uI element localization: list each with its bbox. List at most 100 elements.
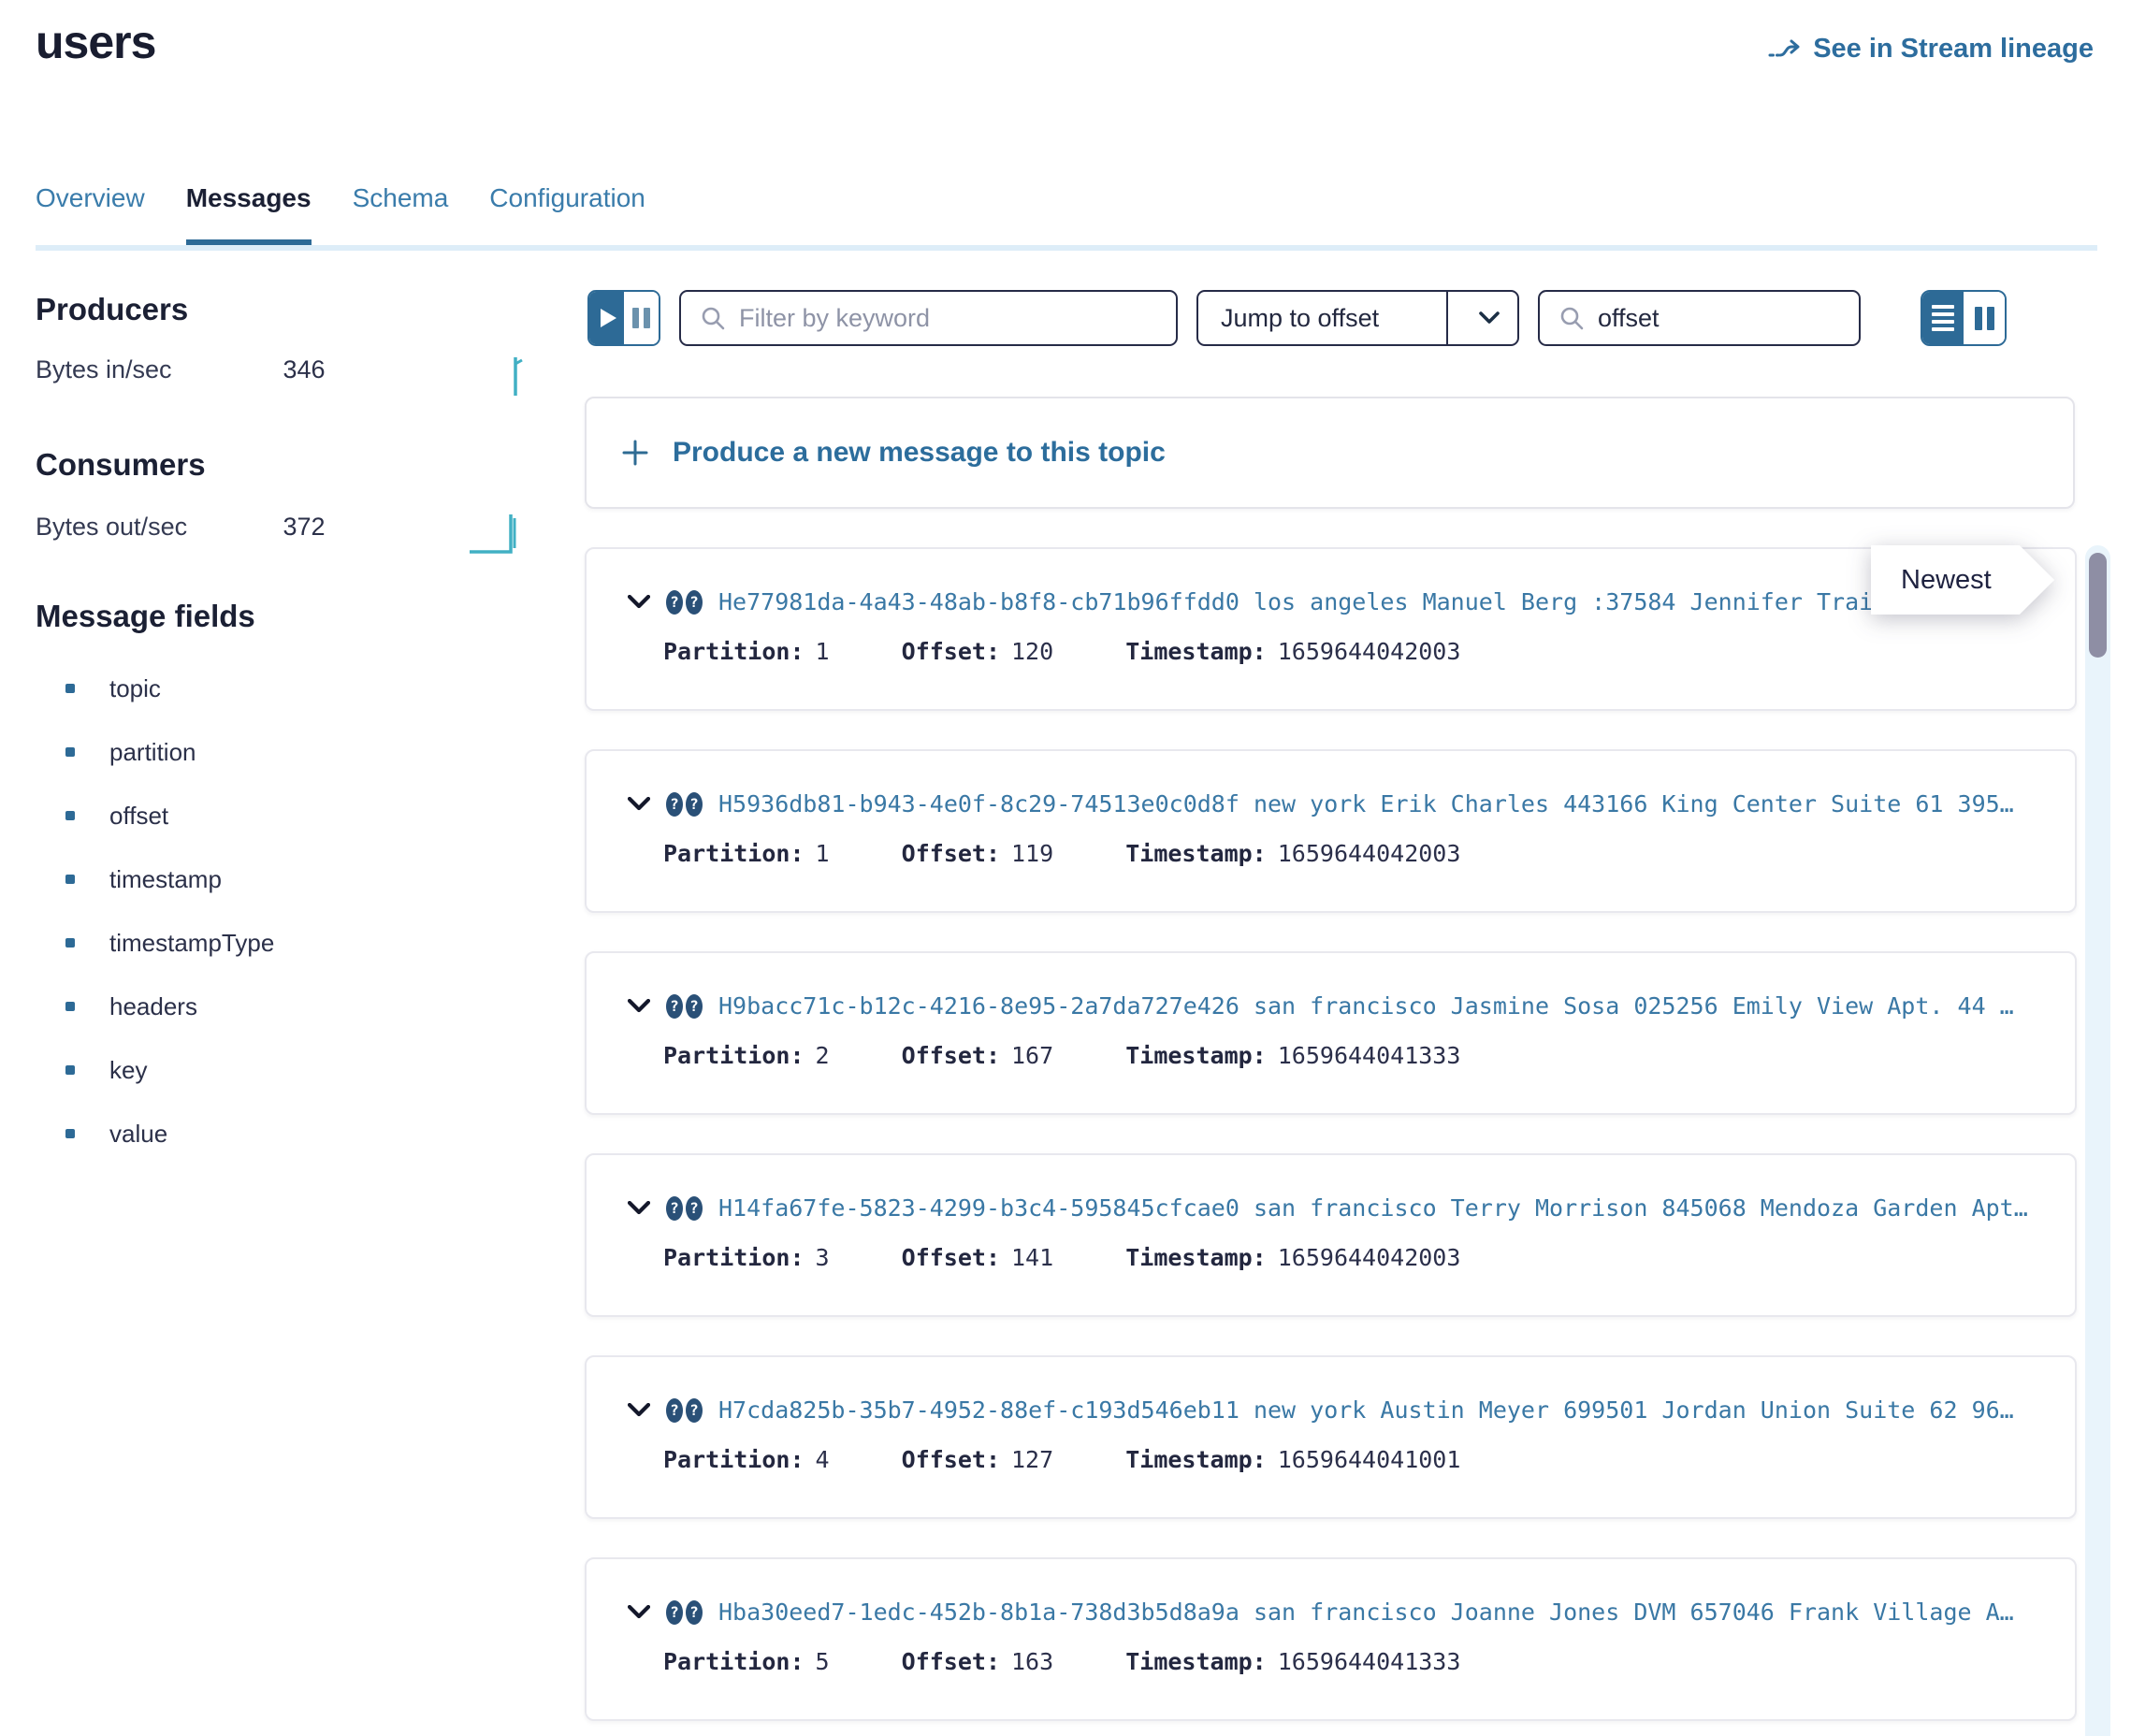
field-item-key[interactable]: key: [65, 1038, 274, 1102]
produce-message-label: Produce a new message to this topic: [673, 437, 1166, 469]
producers-metric-row: Bytes in/sec 346: [36, 355, 559, 384]
search-icon: [1558, 305, 1585, 331]
stream-lineage-icon: [1768, 36, 1802, 63]
field-item-timestamp[interactable]: timestamp: [65, 847, 274, 911]
page-title: users: [36, 15, 155, 69]
keyword-filter-field: [679, 290, 1178, 346]
jump-to-offset-select[interactable]: Jump to offset: [1196, 290, 1519, 346]
timestamp-value: 1659644041333: [1278, 1648, 1461, 1675]
search-icon: [700, 305, 726, 331]
partition-value: 4: [816, 1446, 830, 1473]
message-meta: Partition:1 Offset:120 Timestamp:1659644…: [663, 638, 2047, 665]
bytes-out-label: Bytes out/sec: [36, 513, 276, 542]
message-meta: Partition:3 Offset:141 Timestamp:1659644…: [663, 1244, 2047, 1271]
partition-value: 3: [816, 1244, 830, 1271]
message-key: He77981da-4a43-48ab-b8f8-cb71b96ffdd0 lo…: [718, 588, 2047, 615]
message-row[interactable]: ?? H9bacc71c-b12c-4216-8e95-2a7da727e426…: [585, 951, 2077, 1115]
message-fields-heading: Message fields: [36, 599, 255, 634]
message-list: ?? He77981da-4a43-48ab-b8f8-cb71b96ffdd0…: [585, 547, 2077, 1736]
keyword-filter-input[interactable]: [739, 304, 1157, 333]
unprintable-key-bytes-icon: ??: [666, 590, 703, 615]
unprintable-key-bytes-icon: ??: [666, 1398, 703, 1423]
partition-value: 1: [816, 638, 830, 665]
play-button[interactable]: [589, 292, 624, 344]
field-item-timestampType[interactable]: timestampType: [65, 911, 274, 975]
bytes-in-label: Bytes in/sec: [36, 355, 276, 384]
tab-overview[interactable]: Overview: [36, 183, 145, 245]
field-bullet-icon: [65, 747, 75, 757]
message-row[interactable]: ?? H7cda825b-35b7-4952-88ef-c193d546eb11…: [585, 1355, 2077, 1519]
play-pause-toggle: [587, 290, 660, 346]
message-key: H9bacc71c-b12c-4216-8e95-2a7da727e426 sa…: [718, 992, 2047, 1020]
field-item-value[interactable]: value: [65, 1102, 274, 1165]
toolbar-spacer: [1879, 290, 1902, 346]
newest-tooltip-label: Newest: [1901, 565, 1992, 596]
column-view-button[interactable]: [1964, 292, 2005, 344]
tab-configuration[interactable]: Configuration: [489, 183, 645, 245]
topic-messages-page: users See in Stream lineage Overview Mes…: [0, 0, 2131, 1736]
field-item-offset[interactable]: offset: [65, 784, 274, 847]
scrollbar-thumb[interactable]: [2089, 553, 2107, 658]
unprintable-key-bytes-icon: ??: [666, 994, 703, 1019]
offset-value: 119: [1011, 840, 1053, 867]
producers-heading: Producers: [36, 292, 188, 327]
unprintable-key-bytes-icon: ??: [666, 1196, 703, 1221]
consumers-heading: Consumers: [36, 447, 206, 483]
chevron-down-icon: [1461, 311, 1517, 325]
unprintable-key-bytes-icon: ??: [666, 1600, 703, 1625]
message-row[interactable]: ?? Hba30eed7-1edc-452b-8b1a-738d3b5d8a9a…: [585, 1557, 2077, 1721]
expand-chevron-icon[interactable]: [628, 1605, 650, 1620]
partition-value: 2: [816, 1042, 830, 1069]
jump-to-offset-value: Jump to offset: [1198, 304, 1433, 333]
tab-schema[interactable]: Schema: [353, 183, 449, 245]
tab-bar: Overview Messages Schema Configuration: [36, 183, 645, 245]
stream-lineage-link[interactable]: See in Stream lineage: [1768, 34, 2094, 65]
timestamp-value: 1659644042003: [1278, 638, 1461, 665]
play-icon: [601, 309, 616, 327]
timestamp-value: 1659644041001: [1278, 1446, 1461, 1473]
newest-tooltip: Newest: [1871, 545, 2054, 615]
bytes-out-value: 372: [283, 513, 326, 541]
field-item-headers[interactable]: headers: [65, 975, 274, 1038]
message-key: H7cda825b-35b7-4952-88ef-c193d546eb11 ne…: [718, 1396, 2047, 1424]
offset-search-field[interactable]: offset: [1538, 290, 1861, 346]
messages-toolbar: Jump to offset offset: [587, 290, 2007, 346]
tab-messages[interactable]: Messages: [186, 183, 312, 245]
message-meta: Partition:2 Offset:167 Timestamp:1659644…: [663, 1042, 2047, 1069]
expand-chevron-icon[interactable]: [628, 1403, 650, 1418]
tab-underline: [36, 245, 2097, 251]
unprintable-key-bytes-icon: ??: [666, 792, 703, 817]
message-key: H5936db81-b943-4e0f-8c29-74513e0c0d8f ne…: [718, 790, 2047, 817]
bytes-in-value: 346: [283, 355, 326, 383]
stream-lineage-label: See in Stream lineage: [1813, 34, 2094, 65]
offset-value: 167: [1011, 1042, 1053, 1069]
field-bullet-icon: [65, 1065, 75, 1075]
message-meta: Partition:5 Offset:163 Timestamp:1659644…: [663, 1648, 2047, 1675]
partition-value: 5: [816, 1648, 830, 1675]
expand-chevron-icon[interactable]: [628, 1201, 650, 1216]
message-list-scrollbar[interactable]: [2085, 545, 2110, 1736]
field-bullet-icon: [65, 1002, 75, 1011]
list-view-icon: [1932, 305, 1954, 331]
message-row[interactable]: ?? He77981da-4a43-48ab-b8f8-cb71b96ffdd0…: [585, 547, 2077, 711]
expand-chevron-icon[interactable]: [628, 595, 650, 610]
producers-sparkline: [505, 350, 526, 397]
field-bullet-icon: [65, 875, 75, 884]
message-row[interactable]: ?? H14fa67fe-5823-4299-b3c4-595845cfcae0…: [585, 1153, 2077, 1317]
column-view-icon: [1975, 307, 1994, 330]
timestamp-value: 1659644041333: [1278, 1042, 1461, 1069]
message-row[interactable]: ?? H5936db81-b943-4e0f-8c29-74513e0c0d8f…: [585, 749, 2077, 913]
select-divider: [1446, 292, 1448, 344]
message-key: H14fa67fe-5823-4299-b3c4-595845cfcae0 sa…: [718, 1194, 2047, 1222]
pause-button[interactable]: [624, 292, 659, 344]
expand-chevron-icon[interactable]: [628, 797, 650, 812]
message-key: Hba30eed7-1edc-452b-8b1a-738d3b5d8a9a sa…: [718, 1599, 2047, 1626]
produce-message-button[interactable]: Produce a new message to this topic: [585, 397, 2075, 509]
field-item-topic[interactable]: topic: [65, 657, 274, 720]
plus-icon: [620, 438, 650, 468]
field-item-partition[interactable]: partition: [65, 720, 274, 784]
timestamp-value: 1659644042003: [1278, 840, 1461, 867]
list-view-button[interactable]: [1922, 292, 1964, 344]
expand-chevron-icon[interactable]: [628, 999, 650, 1014]
field-bullet-icon: [65, 684, 75, 693]
